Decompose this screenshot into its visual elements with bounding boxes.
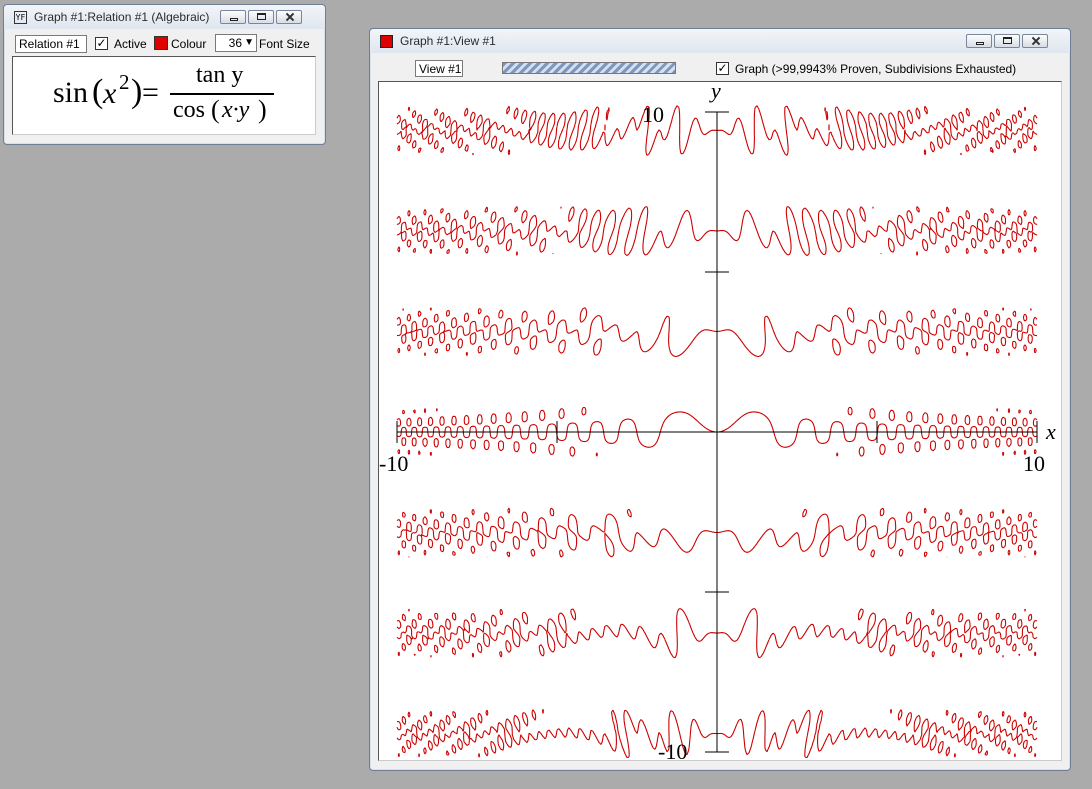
- close-icon[interactable]: [1022, 34, 1048, 48]
- active-label: Active: [114, 37, 147, 51]
- colour-label: Colour: [171, 37, 207, 51]
- active-checkbox[interactable]: ✓: [95, 37, 108, 50]
- eq-paren-open: (: [92, 73, 104, 110]
- font-size-value: 36: [228, 36, 242, 50]
- close-icon[interactable]: [276, 10, 302, 24]
- minimize-icon[interactable]: [966, 34, 992, 48]
- font-size-select[interactable]: 36 ▼: [215, 34, 257, 52]
- relation-window: YF Graph #1:Relation #1 (Algebraic) Rela…: [3, 4, 326, 145]
- relation-titlebar[interactable]: YF Graph #1:Relation #1 (Algebraic): [4, 5, 325, 29]
- y-max-label: 10: [642, 102, 664, 127]
- equation-panel[interactable]: sin ( x 2 ) = tan y cos ( x·y ): [12, 56, 316, 135]
- eq-x: x: [103, 77, 117, 110]
- graph-status-label: Graph (>99,9943% Proven, Subdivisions Ex…: [735, 62, 1017, 76]
- window-title: Graph #1:View #1: [400, 34, 496, 48]
- y-min-label: -10: [658, 739, 687, 760]
- graph-checkbox[interactable]: ✓: [716, 62, 729, 75]
- eq-den-paren-open: (: [211, 95, 220, 124]
- app-icon: YF: [14, 11, 27, 24]
- maximize-icon[interactable]: [248, 10, 274, 24]
- minimize-icon[interactable]: [220, 10, 246, 24]
- x-max-label: 10: [1023, 451, 1045, 476]
- maximize-icon[interactable]: [994, 34, 1020, 48]
- progress-bar: [502, 62, 676, 74]
- eq-den-arg: x·y: [222, 97, 250, 123]
- chevron-down-icon: ▼: [244, 37, 254, 48]
- view-titlebar[interactable]: Graph #1:View #1: [370, 29, 1070, 53]
- window-title: Graph #1:Relation #1 (Algebraic): [34, 10, 210, 24]
- eq-den-cos: cos: [173, 97, 205, 123]
- eq-sin: sin: [53, 76, 89, 109]
- eq-exponent: 2: [119, 70, 130, 94]
- plot-svg: 10 -10 -10 10 y x: [379, 82, 1056, 760]
- eq-paren-close: ): [131, 73, 143, 110]
- graph-canvas[interactable]: 10 -10 -10 10 y x: [378, 81, 1062, 761]
- eq-den-paren-close: ): [258, 95, 267, 124]
- y-axis-label: y: [709, 82, 721, 103]
- font-size-label: Font Size: [259, 37, 310, 51]
- eq-numerator: tan y: [196, 62, 244, 88]
- graph-window-icon: [380, 35, 393, 48]
- x-min-label: -10: [379, 451, 408, 476]
- x-axis-label: x: [1045, 419, 1056, 444]
- colour-swatch[interactable]: [154, 36, 168, 50]
- view-name-field[interactable]: View #1: [415, 60, 463, 77]
- view-window: Graph #1:View #1 View #1 ✓ Graph (>99,99…: [369, 28, 1071, 771]
- eq-equals: =: [142, 76, 159, 109]
- relation-name-field[interactable]: Relation #1: [15, 35, 87, 53]
